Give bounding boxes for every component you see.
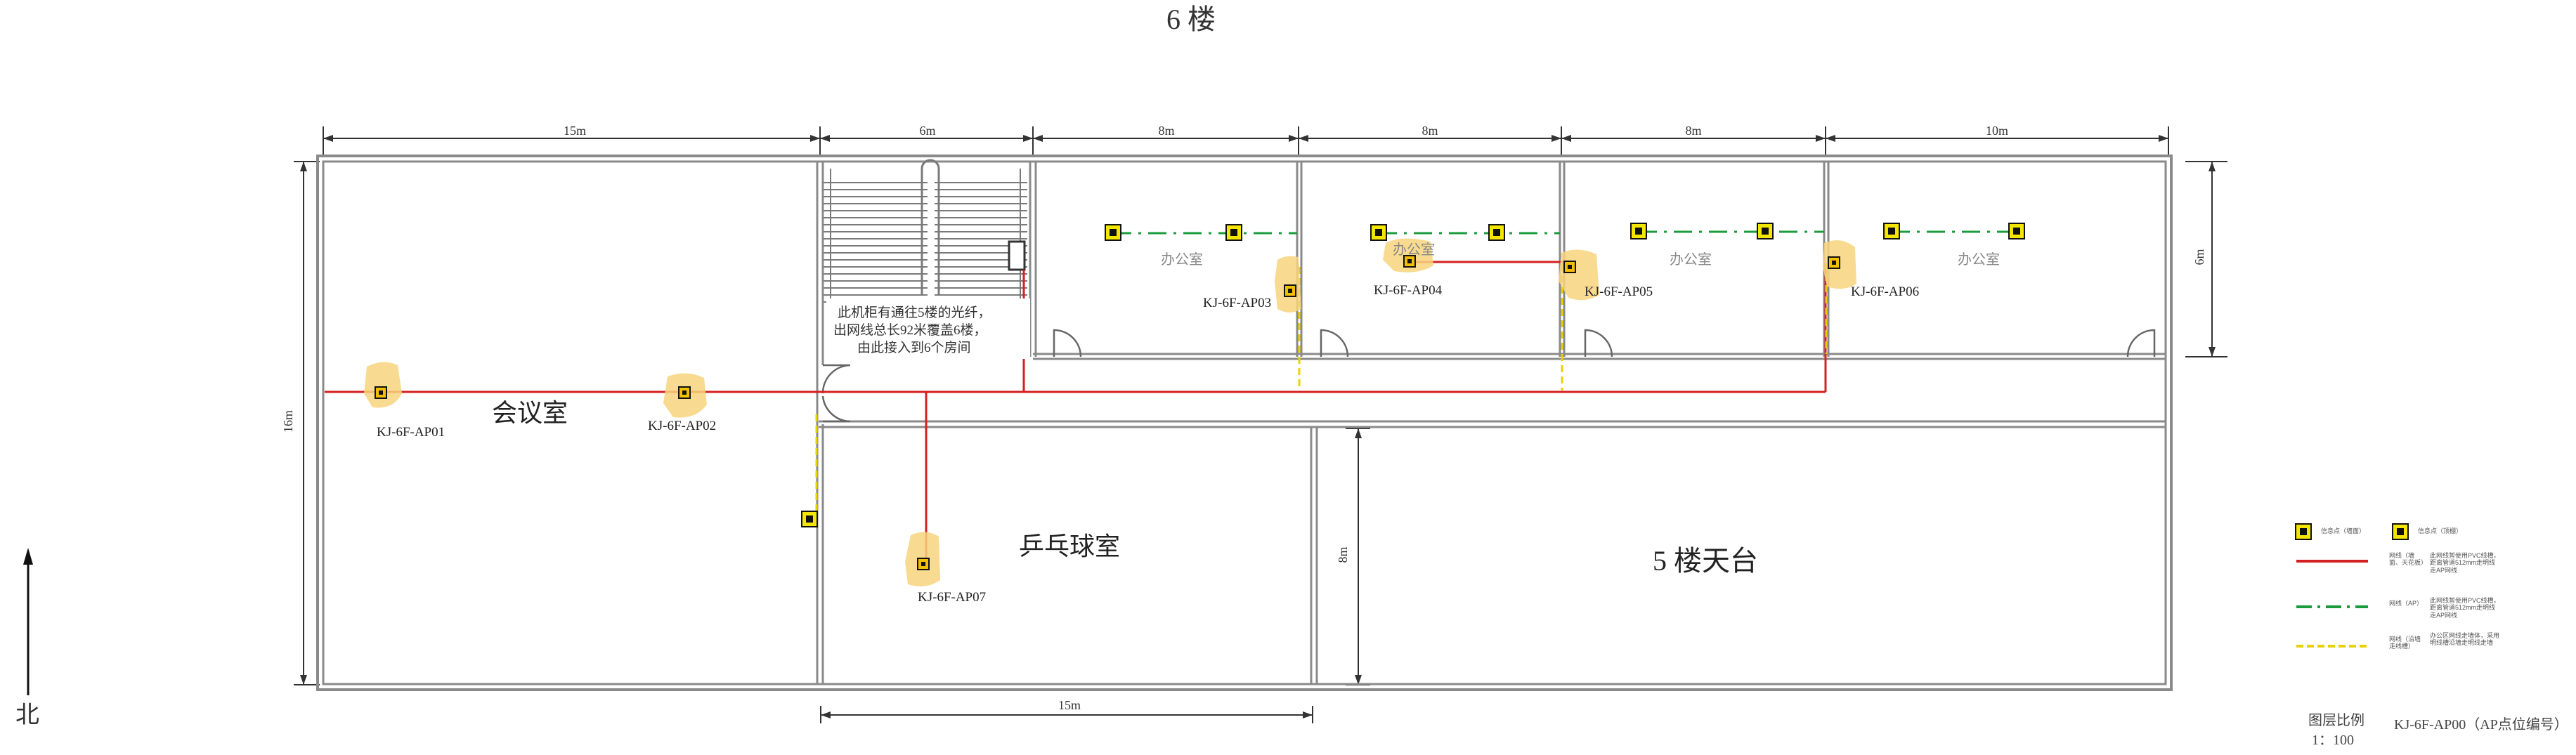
- dim-top-4: 8m: [1422, 124, 1438, 138]
- ap-02: [663, 373, 707, 418]
- room-office: 办公室: [1670, 251, 1712, 268]
- dim-left: 16m: [281, 410, 295, 433]
- dim-bottom: 15m: [1058, 698, 1081, 712]
- ap-01: [364, 362, 402, 408]
- info-point-ceiling-icon: [2392, 523, 2409, 540]
- ap-label: KJ-6F-AP03: [1203, 296, 1271, 310]
- info-point-icon: [1225, 224, 1242, 241]
- legend-info-point-ceiling: 信息点（顶棚）: [2418, 527, 2463, 534]
- ap-coverage: [364, 362, 402, 408]
- dim-right: 6m: [2192, 249, 2206, 265]
- scale-label: 图层比例: [2308, 713, 2364, 728]
- dimension-labels: 15m 6m 8m 8m 8m 10m 16m 6m 15m 8m: [281, 124, 2206, 712]
- ap-coverage: [1275, 256, 1301, 313]
- room-pingpong: 乒乓球室: [1019, 532, 1120, 560]
- legend-yellow-cable-note: 办公区网线走墙体，采用明线槽沿墙走明线走墙: [2430, 632, 2500, 647]
- scale-value: 1：100: [2312, 733, 2354, 748]
- ap-number-note: KJ-6F-AP00（AP点位编号）: [2394, 717, 2568, 733]
- ap-07: [905, 532, 940, 586]
- note-line: 出网线总长92米覆盖6楼，: [833, 322, 987, 338]
- ap-icon: [917, 558, 930, 570]
- room-office: 办公室: [1958, 251, 2000, 268]
- page-title: 6 楼: [1166, 4, 1216, 35]
- info-point-icon: [1488, 224, 1505, 241]
- dim-inner: 8m: [1336, 546, 1350, 563]
- ap-icon: [1563, 261, 1576, 273]
- dim-top-1: 15m: [564, 124, 586, 138]
- north-label: 北: [15, 702, 39, 728]
- ap-label: KJ-6F-AP06: [1851, 284, 1919, 299]
- note-line: 由此接入到6个房间: [857, 340, 971, 355]
- room-terrace: 5 楼天台: [1653, 545, 1758, 577]
- ap-icon: [1828, 256, 1840, 269]
- dim-top-6: 10m: [1986, 124, 2008, 138]
- info-point-icon: [1105, 224, 1121, 241]
- ap-label: KJ-6F-AP07: [918, 590, 986, 605]
- dim-top-3: 8m: [1158, 124, 1174, 138]
- ap-icon: [1284, 284, 1296, 297]
- info-point-icon: [801, 511, 818, 527]
- ap-06: [1823, 240, 1856, 289]
- legend-red-cable: 网线（墙面、天花板）: [2389, 552, 2428, 567]
- dim-top-2: 6m: [919, 124, 935, 138]
- info-point-icon: [1630, 223, 1647, 239]
- ap-label: KJ-6F-AP01: [377, 425, 445, 440]
- note-line: 此机柜有通往5楼的光纤，: [838, 305, 991, 320]
- room-office: 办公室: [1161, 251, 1203, 268]
- legend-green-cable: 网线（AP）: [2389, 600, 2424, 607]
- info-point-icon: [1883, 223, 1900, 239]
- north-arrow-icon: [23, 548, 33, 695]
- room-office: 办公室: [1393, 242, 1435, 258]
- ap-label: KJ-6F-AP05: [1585, 284, 1653, 299]
- ap-label: KJ-6F-AP02: [648, 419, 716, 433]
- info-point-icon: [1757, 223, 1774, 239]
- server-cabinet: [1008, 240, 1026, 271]
- ap-03: [1275, 256, 1301, 313]
- dim-top-5: 8m: [1685, 124, 1701, 138]
- info-point-icon: [2008, 223, 2025, 239]
- ap-icon: [375, 386, 387, 399]
- legend-red-cable-note: 此网线暂使用PVC线槽，距离管道512mm走明线走AP网线: [2430, 552, 2500, 574]
- info-point-icon: [1370, 224, 1387, 241]
- dimension-lines: [294, 126, 2227, 723]
- legend: [2295, 523, 2409, 648]
- floor-plan: 15m 6m 8m 8m 8m 10m 16m 6m 15m 8m KJ-6F-…: [23, 124, 2409, 723]
- ap-icon: [678, 386, 691, 399]
- legend-info-point-wall: 信息点（墙面）: [2321, 527, 2366, 534]
- ap-label: KJ-6F-AP04: [1374, 283, 1443, 298]
- room-meeting: 会议室: [492, 399, 568, 427]
- legend-yellow-cable: 网线（沿墙走线槽）: [2389, 636, 2421, 650]
- cabinet-note: 此机柜有通往5楼的光纤， 出网线总长92米覆盖6楼， 由此接入到6个房间: [833, 305, 991, 355]
- info-point-wall-icon: [2295, 523, 2312, 540]
- legend-green-cable-note: 此网线暂使用PVC线槽，距离管道512mm走明线走AP网线: [2430, 597, 2500, 619]
